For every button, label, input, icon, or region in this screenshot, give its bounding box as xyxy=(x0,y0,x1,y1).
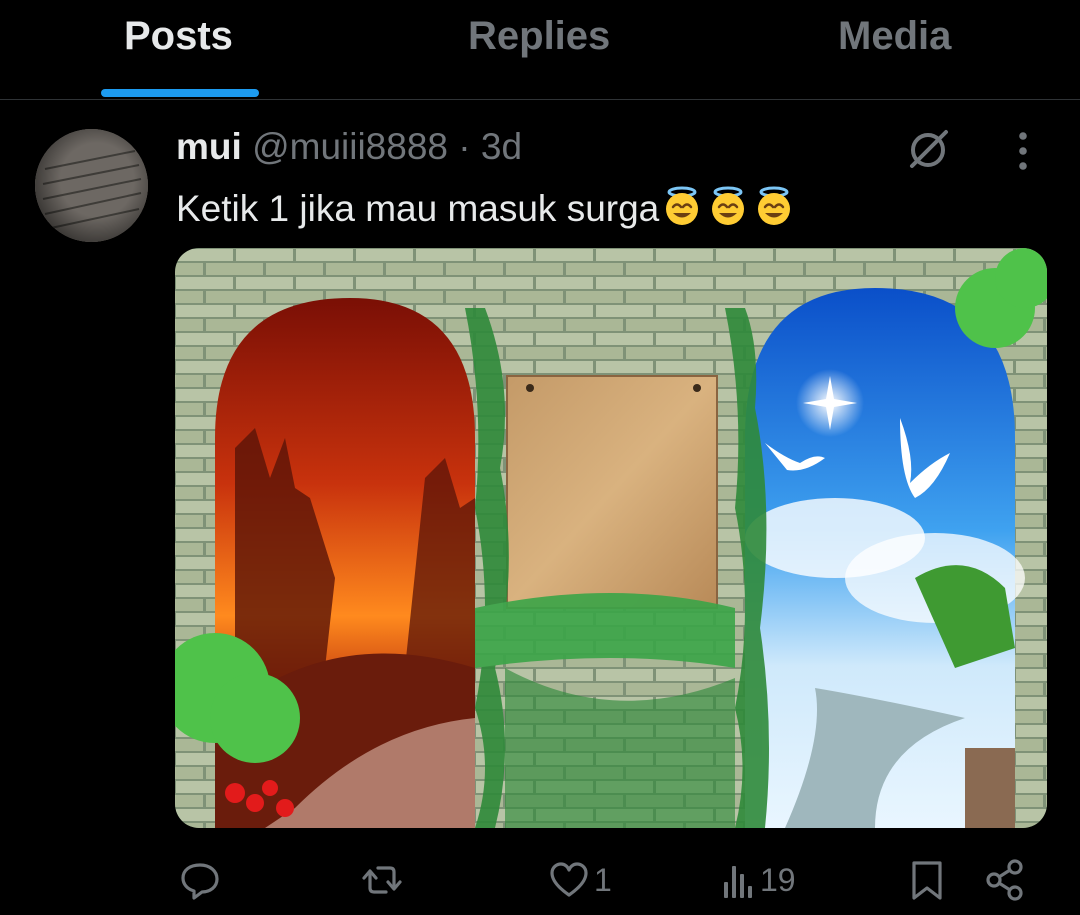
share-button[interactable] xyxy=(984,858,1026,902)
repost-button[interactable] xyxy=(360,858,408,902)
smiling-face-with-halo-icon xyxy=(666,186,699,225)
share-icon xyxy=(986,859,1023,901)
author-name[interactable]: mui xyxy=(176,126,242,167)
like-button[interactable]: 1 xyxy=(548,858,612,902)
active-tab-indicator xyxy=(101,89,259,97)
smiling-face-with-halo-icon xyxy=(712,186,745,225)
repost-icon xyxy=(362,866,402,894)
heart-icon xyxy=(550,862,588,897)
emoji-row xyxy=(661,185,795,227)
smiling-face-with-halo-icon xyxy=(758,186,791,225)
avatar[interactable] xyxy=(35,129,148,242)
bookmark-icon xyxy=(912,861,942,900)
views-count: 19 xyxy=(760,861,796,898)
views-icon xyxy=(724,866,752,898)
tab-replies[interactable]: Replies xyxy=(468,14,610,59)
grok-icon[interactable] xyxy=(904,124,954,174)
post-image[interactable] xyxy=(175,248,1047,828)
more-options-icon[interactable] xyxy=(1008,130,1038,174)
like-count: 1 xyxy=(594,861,612,898)
post-text: Ketik 1 jika mau masuk surga xyxy=(176,185,795,230)
separator-dot: · xyxy=(458,126,471,167)
reply-icon xyxy=(181,863,219,900)
post-actions: 1 19 xyxy=(0,850,1080,910)
profile-tabs: Posts Replies Media xyxy=(0,0,1080,100)
tab-media[interactable]: Media xyxy=(838,14,951,59)
post-header: mui @muiii8888 · 3d xyxy=(176,126,522,170)
reply-button[interactable] xyxy=(178,858,226,902)
author-handle[interactable]: @muiii8888 xyxy=(252,126,448,167)
tab-posts[interactable]: Posts xyxy=(124,14,233,59)
views-button[interactable]: 19 xyxy=(720,858,796,902)
post-timestamp[interactable]: 3d xyxy=(481,126,522,167)
bookmark-button[interactable] xyxy=(908,858,946,902)
post-text-content: Ketik 1 jika mau masuk surga xyxy=(176,188,660,229)
